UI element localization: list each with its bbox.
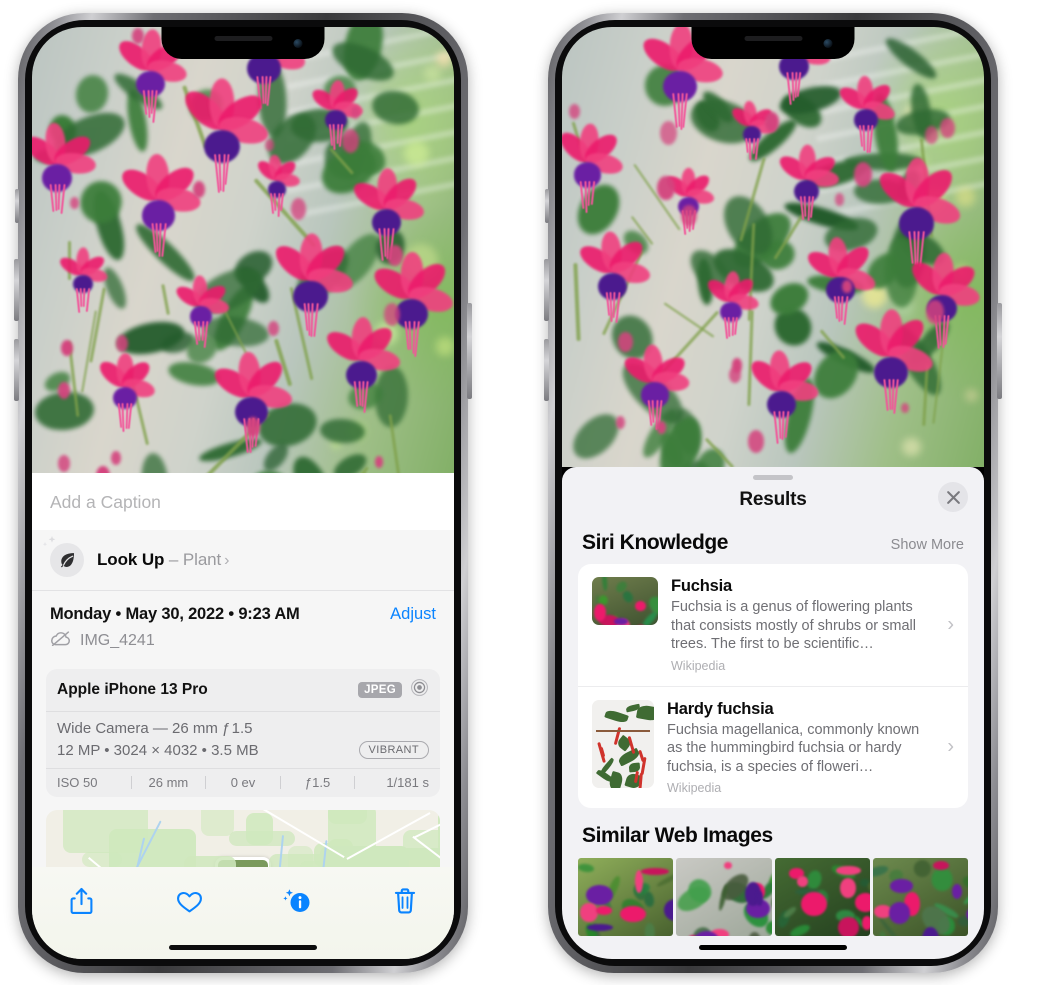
- result-description: Fuchsia magellanica, commonly known as t…: [667, 721, 920, 775]
- lens-info: Wide Camera — 26 mm ƒ 1.5: [57, 720, 253, 737]
- mute-switch[interactable]: [15, 189, 19, 223]
- caption-input-placeholder[interactable]: Add a Caption: [50, 492, 436, 513]
- result-description: Fuchsia is a genus of flowering plants t…: [671, 599, 916, 653]
- speaker-slot: [214, 36, 272, 41]
- volume-down-button[interactable]: [544, 339, 549, 401]
- favorite-button[interactable]: [166, 881, 212, 921]
- web-image-thumbnail[interactable]: [774, 858, 870, 937]
- web-image-thumbnail[interactable]: [676, 858, 772, 937]
- result-title: Fuchsia: [671, 577, 732, 595]
- knowledge-result-row[interactable]: Fuchsia Fuchsia is a genus of flowering …: [578, 564, 968, 686]
- knowledge-result-row[interactable]: Hardy fuchsia Fuchsia magellanica, commo…: [578, 685, 968, 809]
- exif-aperture: ƒ1.5: [304, 775, 331, 790]
- speaker-slot: [744, 36, 802, 41]
- similar-web-images-header: Similar Web Images: [562, 808, 984, 856]
- result-thumbnail: [592, 577, 658, 625]
- front-camera-icon: [823, 39, 833, 48]
- device-name: Apple iPhone 13 Pro: [57, 681, 208, 698]
- exif-iso: ISO 50: [57, 775, 98, 790]
- left-phone-screen: Add a Caption Look Up – Plant › Monday •…: [32, 27, 454, 959]
- home-indicator[interactable]: [699, 945, 847, 950]
- result-source: Wikipedia: [667, 781, 722, 796]
- web-image-thumbnail[interactable]: [872, 858, 968, 937]
- power-button[interactable]: [467, 303, 472, 399]
- info-button[interactable]: [274, 881, 320, 921]
- image-size-info: 12 MP • 3024 × 4032 • 3.5 MB: [57, 741, 259, 759]
- look-up-row[interactable]: Look Up – Plant ›: [32, 530, 454, 591]
- notch: [161, 27, 325, 59]
- exif-card: Apple iPhone 13 Pro JPEG Wide Camera — 2…: [46, 669, 440, 797]
- exif-exposure: 0 ev: [230, 775, 256, 790]
- close-icon[interactable]: [938, 482, 968, 512]
- aperture-icon: [410, 678, 429, 702]
- web-image-thumbnail[interactable]: [578, 858, 674, 937]
- volume-up-button[interactable]: [544, 259, 549, 321]
- result-thumbnail: [592, 699, 654, 788]
- front-camera-icon: [293, 39, 303, 48]
- screenshot-stage: Add a Caption Look Up – Plant › Monday •…: [0, 0, 1055, 985]
- results-sheet: Results Siri Knowledge Show More Fuchsia…: [562, 467, 984, 959]
- look-up-label: Look Up – Plant ›: [97, 550, 229, 570]
- similar-web-images-strip[interactable]: [562, 858, 984, 937]
- photo-date: Monday • May 30, 2022 • 9:23 AM: [50, 605, 300, 623]
- power-button[interactable]: [997, 303, 1002, 399]
- chevron-right-icon[interactable]: ›: [947, 613, 954, 636]
- siri-knowledge-card: Fuchsia Fuchsia is a genus of flowering …: [578, 564, 968, 809]
- mute-switch[interactable]: [545, 189, 549, 223]
- caption-row[interactable]: Add a Caption: [32, 473, 454, 530]
- exif-stats-row: ISO 50 26 mm 0 ev ƒ1.5 1/181 s: [46, 769, 440, 797]
- notch: [691, 27, 855, 59]
- share-button[interactable]: [58, 881, 104, 921]
- photo-viewer[interactable]: [562, 27, 984, 467]
- result-source: Wikipedia: [671, 658, 726, 673]
- photo-viewer[interactable]: [32, 27, 454, 473]
- photographic-style-pill: VIBRANT: [358, 741, 429, 759]
- show-more-button[interactable]: Show More: [891, 537, 964, 553]
- exif-shutter: 1/181 s: [386, 775, 429, 790]
- volume-up-button[interactable]: [14, 259, 19, 321]
- right-phone-screen: Results Siri Knowledge Show More Fuchsia…: [562, 27, 984, 959]
- exif-focal: 26 mm: [148, 775, 189, 790]
- look-up-subject: Plant: [182, 550, 222, 569]
- format-badge: JPEG: [358, 682, 402, 698]
- left-phone-device: Add a Caption Look Up – Plant › Monday •…: [14, 13, 472, 973]
- look-up-dash: –: [164, 550, 183, 569]
- section-title: Siri Knowledge: [582, 531, 729, 554]
- adjust-button[interactable]: Adjust: [390, 605, 436, 624]
- siri-knowledge-header: Siri Knowledge Show More: [562, 523, 984, 564]
- leaf-icon: [42, 536, 84, 577]
- cloud-slash-icon: [50, 631, 71, 651]
- home-indicator[interactable]: [169, 945, 317, 950]
- results-title: Results: [739, 489, 807, 510]
- look-up-title: Look Up: [97, 550, 165, 569]
- delete-button[interactable]: [382, 881, 428, 921]
- chevron-right-icon[interactable]: ›: [947, 736, 954, 759]
- result-title: Hardy fuchsia: [667, 699, 774, 718]
- right-phone-device: Results Siri Knowledge Show More Fuchsia…: [544, 13, 1002, 973]
- metadata-block: Monday • May 30, 2022 • 9:23 AM Adjust I…: [32, 591, 454, 659]
- chevron-right-icon[interactable]: ›: [224, 552, 229, 569]
- section-title: Similar Web Images: [582, 824, 773, 848]
- volume-down-button[interactable]: [14, 339, 19, 401]
- photo-filename: IMG_4241: [80, 632, 155, 649]
- sparkle-icon: [41, 535, 61, 555]
